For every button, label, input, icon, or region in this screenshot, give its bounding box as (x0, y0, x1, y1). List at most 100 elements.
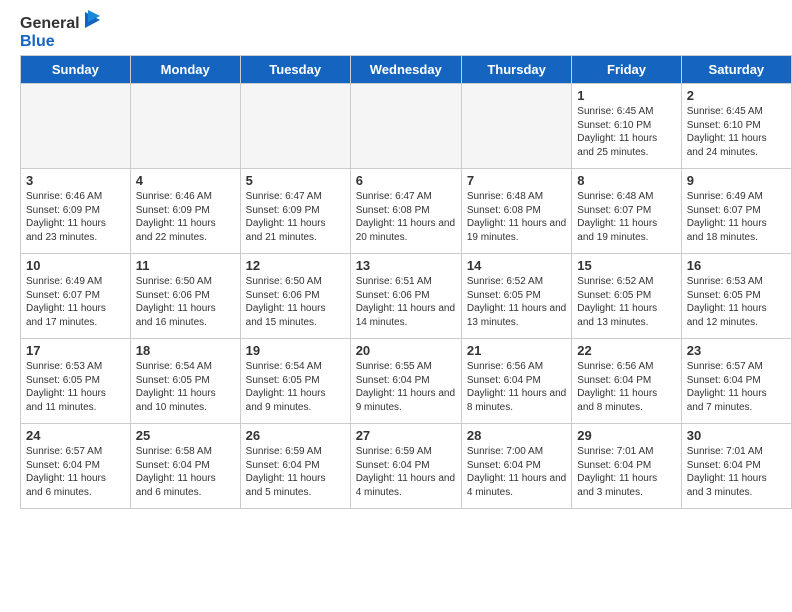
day-cell-29: 29 Sunrise: 7:01 AM Sunset: 6:04 PM Dayli… (572, 424, 681, 509)
day-number: 27 (356, 428, 456, 443)
day-header-row: SundayMondayTuesdayWednesdayThursdayFrid… (21, 56, 792, 84)
day-cell-21: 21 Sunrise: 6:56 AM Sunset: 6:04 PM Dayli… (461, 339, 571, 424)
day-header-monday: Monday (130, 56, 240, 84)
day-info: Sunrise: 6:54 AM Sunset: 6:05 PM Dayligh… (246, 360, 345, 414)
day-cell-empty (130, 84, 240, 169)
week-row-2: 3Sunrise: 6:46 AM Sunset: 6:09 PM Daylig… (21, 169, 792, 254)
header: GeneralBlue (0, 0, 792, 55)
week-row-1: 1 Sunrise: 6:45 AM Sunset: 6:10 PM Daylig… (21, 84, 792, 169)
day-cell-9: 9 Sunrise: 6:49 AM Sunset: 6:07 PM Daylig… (681, 169, 791, 254)
day-cell-15: 15 Sunrise: 6:52 AM Sunset: 6:05 PM Dayli… (572, 254, 681, 339)
day-header-wednesday: Wednesday (350, 56, 461, 84)
day-number: 2 (687, 88, 786, 103)
day-number: 13 (356, 258, 456, 273)
day-header-tuesday: Tuesday (240, 56, 350, 84)
day-info: Sunrise: 6:59 AM Sunset: 6:04 PM Dayligh… (356, 445, 456, 499)
day-cell-2: 2 Sunrise: 6:45 AM Sunset: 6:10 PM Daylig… (681, 84, 791, 169)
day-number: 14 (467, 258, 566, 273)
day-cell-4: 4 Sunrise: 6:46 AM Sunset: 6:09 PM Daylig… (130, 169, 240, 254)
day-number: 4 (136, 173, 235, 188)
day-header-friday: Friday (572, 56, 681, 84)
day-number: 9 (687, 173, 786, 188)
day-number: 28 (467, 428, 566, 443)
day-number: 5 (246, 173, 345, 188)
day-info: Sunrise: 6:46 AM Sunset: 6:09 PM Dayligh… (136, 190, 235, 244)
day-cell-30: 30Sunrise: 7:01 AM Sunset: 6:04 PM Dayli… (681, 424, 791, 509)
day-number: 25 (136, 428, 235, 443)
day-cell-7: 7 Sunrise: 6:48 AM Sunset: 6:08 PM Daylig… (461, 169, 571, 254)
day-info: Sunrise: 6:47 AM Sunset: 6:09 PM Dayligh… (246, 190, 345, 244)
day-cell-6: 6 Sunrise: 6:47 AM Sunset: 6:08 PM Daylig… (350, 169, 461, 254)
week-row-5: 24 Sunrise: 6:57 AM Sunset: 6:04 PM Dayli… (21, 424, 792, 509)
day-info: Sunrise: 6:50 AM Sunset: 6:06 PM Dayligh… (136, 275, 235, 329)
day-cell-27: 27 Sunrise: 6:59 AM Sunset: 6:04 PM Dayli… (350, 424, 461, 509)
day-info: Sunrise: 6:48 AM Sunset: 6:07 PM Dayligh… (577, 190, 675, 244)
day-header-thursday: Thursday (461, 56, 571, 84)
day-header-saturday: Saturday (681, 56, 791, 84)
day-cell-1: 1 Sunrise: 6:45 AM Sunset: 6:10 PM Daylig… (572, 84, 681, 169)
week-row-4: 17 Sunrise: 6:53 AM Sunset: 6:05 PM Dayli… (21, 339, 792, 424)
day-number: 20 (356, 343, 456, 358)
calendar-table: SundayMondayTuesdayWednesdayThursdayFrid… (20, 55, 792, 509)
day-info: Sunrise: 6:51 AM Sunset: 6:06 PM Dayligh… (356, 275, 456, 329)
day-number: 7 (467, 173, 566, 188)
logo-svg: GeneralBlue (20, 10, 110, 50)
day-number: 1 (577, 88, 675, 103)
day-number: 17 (26, 343, 125, 358)
day-cell-14: 14 Sunrise: 6:52 AM Sunset: 6:05 PM Dayli… (461, 254, 571, 339)
day-info: Sunrise: 6:53 AM Sunset: 6:05 PM Dayligh… (687, 275, 786, 329)
day-info: Sunrise: 6:57 AM Sunset: 6:04 PM Dayligh… (26, 445, 125, 499)
day-number: 10 (26, 258, 125, 273)
day-cell-11: 11 Sunrise: 6:50 AM Sunset: 6:06 PM Dayli… (130, 254, 240, 339)
day-cell-23: 23 Sunrise: 6:57 AM Sunset: 6:04 PM Dayli… (681, 339, 791, 424)
day-cell-5: 5 Sunrise: 6:47 AM Sunset: 6:09 PM Daylig… (240, 169, 350, 254)
day-cell-17: 17 Sunrise: 6:53 AM Sunset: 6:05 PM Dayli… (21, 339, 131, 424)
day-info: Sunrise: 6:49 AM Sunset: 6:07 PM Dayligh… (687, 190, 786, 244)
day-info: Sunrise: 6:59 AM Sunset: 6:04 PM Dayligh… (246, 445, 345, 499)
day-info: Sunrise: 6:57 AM Sunset: 6:04 PM Dayligh… (687, 360, 786, 414)
day-cell-empty (461, 84, 571, 169)
week-row-3: 10Sunrise: 6:49 AM Sunset: 6:07 PM Dayli… (21, 254, 792, 339)
day-number: 6 (356, 173, 456, 188)
svg-text:General: General (20, 15, 80, 32)
day-number: 24 (26, 428, 125, 443)
day-cell-24: 24 Sunrise: 6:57 AM Sunset: 6:04 PM Dayli… (21, 424, 131, 509)
svg-text:Blue: Blue (20, 33, 55, 50)
day-info: Sunrise: 7:01 AM Sunset: 6:04 PM Dayligh… (577, 445, 675, 499)
day-number: 26 (246, 428, 345, 443)
day-info: Sunrise: 6:45 AM Sunset: 6:10 PM Dayligh… (687, 105, 786, 159)
day-number: 21 (467, 343, 566, 358)
day-number: 12 (246, 258, 345, 273)
day-info: Sunrise: 6:56 AM Sunset: 6:04 PM Dayligh… (467, 360, 566, 414)
day-cell-16: 16Sunrise: 6:53 AM Sunset: 6:05 PM Dayli… (681, 254, 791, 339)
day-cell-12: 12Sunrise: 6:50 AM Sunset: 6:06 PM Dayli… (240, 254, 350, 339)
day-info: Sunrise: 6:45 AM Sunset: 6:10 PM Dayligh… (577, 105, 675, 159)
day-cell-empty (350, 84, 461, 169)
day-number: 18 (136, 343, 235, 358)
day-cell-26: 26 Sunrise: 6:59 AM Sunset: 6:04 PM Dayli… (240, 424, 350, 509)
day-info: Sunrise: 6:52 AM Sunset: 6:05 PM Dayligh… (467, 275, 566, 329)
day-info: Sunrise: 7:00 AM Sunset: 6:04 PM Dayligh… (467, 445, 566, 499)
day-info: Sunrise: 6:53 AM Sunset: 6:05 PM Dayligh… (26, 360, 125, 414)
day-info: Sunrise: 6:58 AM Sunset: 6:04 PM Dayligh… (136, 445, 235, 499)
day-cell-empty (240, 84, 350, 169)
calendar-wrapper: SundayMondayTuesdayWednesdayThursdayFrid… (0, 55, 792, 519)
day-info: Sunrise: 7:01 AM Sunset: 6:04 PM Dayligh… (687, 445, 786, 499)
day-number: 11 (136, 258, 235, 273)
day-info: Sunrise: 6:47 AM Sunset: 6:08 PM Dayligh… (356, 190, 456, 244)
day-cell-18: 18 Sunrise: 6:54 AM Sunset: 6:05 PM Dayli… (130, 339, 240, 424)
day-info: Sunrise: 6:52 AM Sunset: 6:05 PM Dayligh… (577, 275, 675, 329)
day-cell-3: 3Sunrise: 6:46 AM Sunset: 6:09 PM Daylig… (21, 169, 131, 254)
day-number: 29 (577, 428, 675, 443)
day-info: Sunrise: 6:54 AM Sunset: 6:05 PM Dayligh… (136, 360, 235, 414)
logo: GeneralBlue (20, 10, 110, 50)
day-number: 19 (246, 343, 345, 358)
day-header-sunday: Sunday (21, 56, 131, 84)
day-number: 22 (577, 343, 675, 358)
day-number: 15 (577, 258, 675, 273)
day-info: Sunrise: 6:48 AM Sunset: 6:08 PM Dayligh… (467, 190, 566, 244)
day-cell-8: 8Sunrise: 6:48 AM Sunset: 6:07 PM Daylig… (572, 169, 681, 254)
day-number: 23 (687, 343, 786, 358)
day-cell-10: 10Sunrise: 6:49 AM Sunset: 6:07 PM Dayli… (21, 254, 131, 339)
day-info: Sunrise: 6:55 AM Sunset: 6:04 PM Dayligh… (356, 360, 456, 414)
